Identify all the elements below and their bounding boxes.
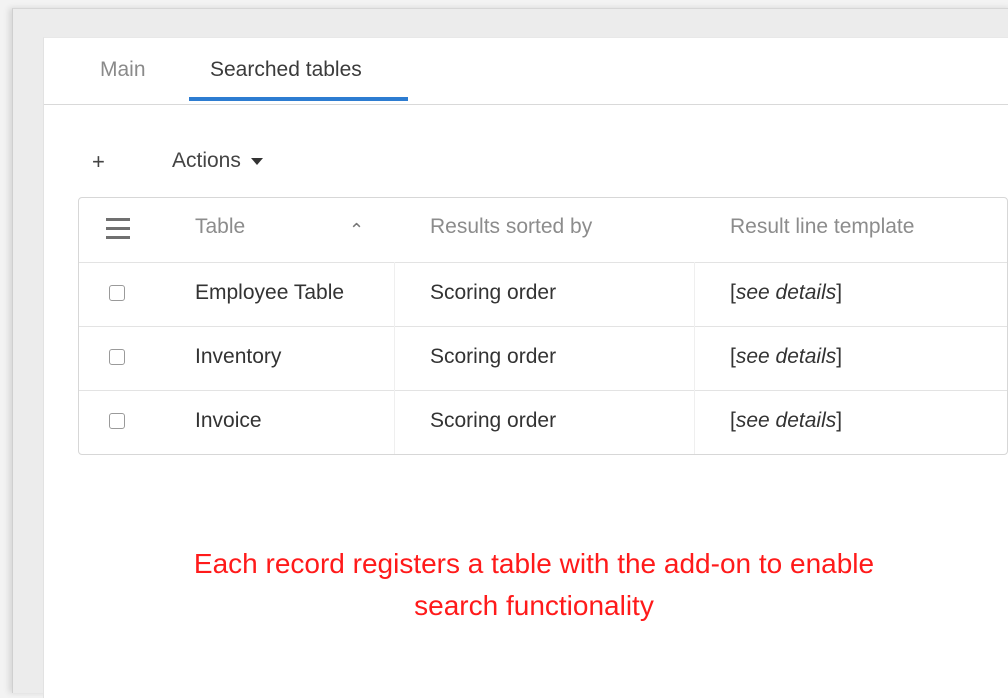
template-value: [see details] <box>730 409 842 433</box>
row-checkbox[interactable] <box>109 285 125 301</box>
actions-menu-button[interactable]: Actions <box>172 149 263 173</box>
table-header-row: Table ⌃ Results sorted by Result line te… <box>79 198 1007 263</box>
table-name[interactable]: Invoice <box>195 409 262 433</box>
column-header-result-line-template[interactable]: Result line template <box>730 215 914 239</box>
window-frame: Main Searched tables + Actions Table ⌃ R… <box>12 8 1008 698</box>
caret-down-icon <box>250 157 263 165</box>
tab-searched-tables[interactable]: Searched tables <box>210 58 362 82</box>
template-value: [see details] <box>730 281 842 305</box>
see-details-link[interactable]: see details <box>736 409 836 432</box>
sorted-by-value: Scoring order <box>430 281 557 304</box>
table-row[interactable]: Inventory Scoring order [see details] <box>79 326 1007 391</box>
active-tab-indicator <box>189 97 408 101</box>
column-header-results-sorted-by[interactable]: Results sorted by <box>430 215 592 239</box>
actions-label: Actions <box>172 149 241 172</box>
table-row[interactable]: Invoice Scoring order [see details] <box>79 390 1007 454</box>
table-row[interactable]: Employee Table Scoring order [see detail… <box>79 262 1007 327</box>
see-details-link[interactable]: see details <box>736 345 836 368</box>
menu-icon[interactable] <box>106 218 130 240</box>
tab-bar: Main Searched tables <box>44 38 1008 105</box>
column-separator <box>694 262 695 454</box>
sort-ascending-icon[interactable]: ⌃ <box>349 220 364 241</box>
table-name[interactable]: Inventory <box>195 345 281 369</box>
bracket-close: ] <box>836 345 843 368</box>
sorted-by-value: Scoring order <box>430 409 557 432</box>
searched-tables-table: Table ⌃ Results sorted by Result line te… <box>78 197 1008 455</box>
see-details-link[interactable]: see details <box>736 281 836 304</box>
bracket-close: ] <box>836 409 843 432</box>
annotation-line-2: search functionality <box>414 590 654 621</box>
annotation-text: Each record registers a table with the a… <box>44 543 1008 627</box>
column-separator <box>394 262 395 454</box>
column-header-table[interactable]: Table <box>195 215 245 239</box>
add-button[interactable]: + <box>92 149 105 175</box>
row-checkbox[interactable] <box>109 349 125 365</box>
row-checkbox[interactable] <box>109 413 125 429</box>
content-panel: Main Searched tables + Actions Table ⌃ R… <box>43 37 1008 698</box>
bracket-close: ] <box>836 281 843 304</box>
tab-main[interactable]: Main <box>100 58 146 82</box>
annotation-line-1: Each record registers a table with the a… <box>193 548 875 579</box>
table-name[interactable]: Employee Table <box>195 281 344 305</box>
sorted-by-value: Scoring order <box>430 345 557 368</box>
template-value: [see details] <box>730 345 842 369</box>
